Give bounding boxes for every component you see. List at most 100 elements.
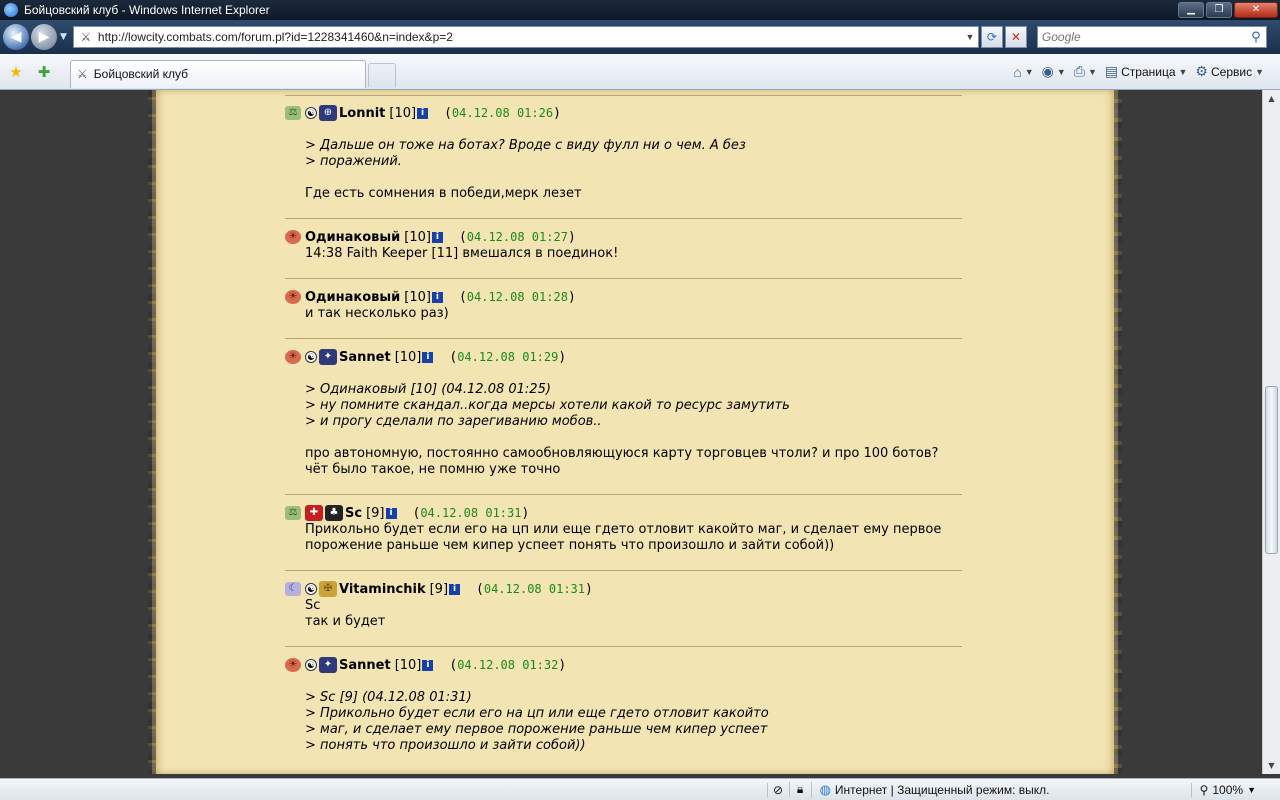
page-menu[interactable]: ▤ Страница ▼ [1105, 63, 1188, 80]
scroll-down-arrow[interactable]: ▼ [1263, 757, 1280, 774]
info-icon[interactable]: i [422, 351, 434, 363]
post-separator [285, 570, 962, 571]
search-icon[interactable]: ⚲ [1246, 30, 1266, 45]
quote-line: > Дальше он тоже на ботах? Вроде с виду … [305, 138, 746, 153]
post-separator [285, 338, 962, 339]
add-favorite-icon[interactable]: ✚ [32, 63, 56, 81]
post-nick[interactable]: Sannet [339, 658, 391, 673]
tab-bar: ★ ✚ ⚔ Бойцовский клуб ⌂ ▼ ◉ ▼ ⎙ ▼ ▤ Страница… [0, 54, 1280, 90]
forum-post: ⚖ ✚ ♣ Sc [9] i (04.12.08 01:31) Прикольн… [285, 504, 962, 554]
tab-active[interactable]: ⚔ Бойцовский клуб [70, 59, 366, 88]
search-box[interactable]: ⚲ [1036, 26, 1267, 48]
post-level: [10] [394, 349, 422, 365]
home-icon: ⌂ [1013, 63, 1022, 80]
favorites-star-icon[interactable]: ★ [4, 63, 28, 81]
post-header: ☾ ☯ ✠ Vitaminchik [9] i (04.12.08 01:31) [285, 580, 962, 598]
clan-icon: ✦ [319, 657, 337, 673]
post-date: 04.12.08 01:32 [457, 658, 559, 672]
post-separator [285, 494, 962, 495]
globe-icon: ◍ [819, 781, 831, 797]
feeds-button[interactable]: ◉ ▼ [1042, 63, 1066, 80]
post-text: Где есть сомнения в победи,мерк лезет [305, 186, 582, 201]
flag-icon: ✚ [305, 505, 323, 521]
stop-button[interactable]: ✕ [1004, 26, 1027, 48]
new-tab-button[interactable] [368, 62, 396, 87]
zoom-control[interactable]: ⚲ 100% ▼ [1190, 782, 1280, 797]
scroll-thumb[interactable] [1265, 386, 1278, 554]
post-body: и так несколько раз) [305, 306, 962, 322]
security-zone[interactable]: ◍ Интернет | Защищенный режим: выкл. [810, 781, 1191, 798]
info-icon[interactable]: i [417, 107, 429, 119]
forum-post: ☀ ☯ ✦ Sannet [10] i (04.12.08 01:29) > О… [285, 348, 962, 478]
post-nick[interactable]: Одинаковый [305, 290, 400, 305]
address-dropdown-icon[interactable]: ▼ [962, 32, 978, 42]
title-bar: Бойцовский клуб - Windows Internet Explo… [0, 0, 1280, 20]
tools-menu[interactable]: ⚙ Сервис ▼ [1195, 63, 1264, 80]
info-icon[interactable]: i [431, 291, 443, 303]
info-icon[interactable]: i [385, 507, 397, 519]
post-header: ☀ ☯ ✦ Sannet [10] i (04.12.08 01:32) [285, 656, 962, 674]
window-controls: ▁ ❐ ✕ [1178, 2, 1278, 18]
info-icon[interactable]: i [431, 231, 443, 243]
alignment-icon: ☾ [285, 582, 301, 596]
post-date: 04.12.08 01:29 [457, 350, 559, 364]
post-header: ☀ ☯ ✦ Sannet [10] i (04.12.08 01:29) [285, 348, 962, 366]
forward-button[interactable]: ▶ [31, 24, 57, 50]
post-text: Прикольно будет если его на цп или еще г… [305, 522, 942, 537]
close-button[interactable]: ✕ [1234, 2, 1278, 18]
command-bar: ⌂ ▼ ◉ ▼ ⎙ ▼ ▤ Страница ▼ ⚙ Сервис ▼ [1013, 63, 1264, 80]
post-text: порожение раньше чем кипер успеет понять… [305, 538, 835, 553]
post-nick[interactable]: Sannet [339, 350, 391, 365]
minimize-button[interactable]: ▁ [1178, 2, 1204, 18]
ie-icon [4, 3, 18, 17]
info-icon[interactable]: i [449, 583, 461, 595]
post-level: [10] [394, 657, 422, 673]
search-input[interactable] [1041, 30, 1246, 44]
printer-icon: ⎙ [1073, 63, 1085, 79]
post-separator [285, 218, 962, 219]
alignment-icon: ☀ [285, 350, 301, 364]
post-body: > Sc [9] (04.12.08 01:31) > Прикольно бу… [305, 674, 962, 754]
security-icon[interactable]: 🔒︎ [788, 782, 811, 797]
post-nick[interactable]: Одинаковый [305, 230, 400, 245]
post-text: чёт было такое, не помню уже точно [305, 462, 561, 477]
url-text[interactable]: http://lowcity.combats.com/forum.pl?id=1… [98, 30, 962, 44]
window-title: Бойцовский клуб - Windows Internet Explo… [24, 3, 270, 17]
alignment-icon: ☀ [285, 290, 301, 304]
post-text: про автономную, постоянно самообновляющу… [305, 446, 939, 461]
post-level: [9] [366, 505, 385, 521]
recent-pages-dropdown[interactable]: ▼ [60, 32, 67, 42]
clan-icon: ✦ [319, 349, 337, 365]
home-button[interactable]: ⌂ ▼ [1013, 64, 1033, 80]
scroll-up-arrow[interactable]: ▲ [1263, 90, 1280, 107]
post-level: [10] [404, 289, 431, 305]
post-nick[interactable]: Lonnit [339, 106, 385, 121]
post-text: и так несколько раз) [305, 306, 449, 321]
vertical-scrollbar[interactable]: ▲ ▼ [1262, 90, 1280, 774]
post-date: 04.12.08 01:26 [451, 106, 554, 120]
post-date: 04.12.08 01:28 [466, 290, 568, 304]
alignment-icon: ☀ [285, 658, 301, 672]
quote-line: > ну помните скандал..когда мерсы хотели… [305, 398, 790, 413]
back-button[interactable]: ◀ [3, 24, 29, 50]
maximize-button[interactable]: ❐ [1206, 2, 1232, 18]
post-nick[interactable]: Vitaminchik [339, 582, 426, 597]
post-body: Sc так и будет [305, 598, 962, 630]
popup-blocker-icon[interactable]: ⊘ [766, 782, 789, 797]
status-bar: ⊘ 🔒︎ ◍ Интернет | Защищенный режим: выкл… [0, 778, 1280, 800]
yin-yang-icon: ☯ [305, 659, 317, 671]
post-level: [10] [389, 105, 417, 121]
post-nick[interactable]: Sc [345, 506, 362, 521]
address-field[interactable]: ⚔ http://lowcity.combats.com/forum.pl?id… [72, 26, 979, 48]
refresh-button[interactable]: ⟳ [980, 26, 1003, 48]
info-icon[interactable]: i [422, 659, 434, 671]
post-header: ⚖ ☯ ⊕ Lonnit [10] i (04.12.08 01:26) [285, 104, 962, 122]
zone-label: Интернет | Защищенный режим: выкл. [834, 782, 1050, 797]
forum-post: ☀ Одинаковый [10] i (04.12.08 01:27) 14:… [285, 228, 962, 262]
clan-icon: ⊕ [319, 105, 337, 121]
post-separator [285, 95, 962, 96]
page-content: ⚖ ☯ ⊕ Lonnit [10] i (04.12.08 01:26) > Д… [0, 90, 1262, 774]
print-button[interactable]: ⎙ ▼ [1074, 63, 1097, 80]
zoom-dropdown-icon: ▼ [1247, 784, 1256, 795]
quote-line: > Sc [9] (04.12.08 01:31) [305, 690, 472, 705]
